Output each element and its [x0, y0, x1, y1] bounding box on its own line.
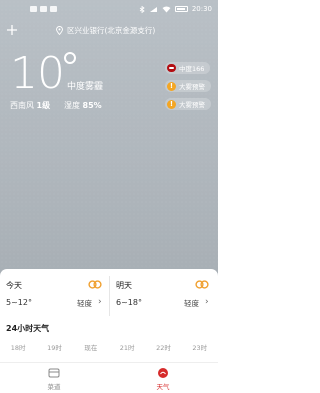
hour-label: 23时: [192, 344, 208, 352]
add-city-button[interactable]: [6, 24, 18, 36]
forecast-day-label: 明天: [116, 281, 132, 290]
grid-icon: [48, 368, 60, 378]
hour-label: 现在: [84, 344, 98, 352]
status-bar: 20:30: [0, 0, 218, 20]
humidity-label: 湿度: [64, 101, 80, 110]
warning-icon: !: [167, 81, 176, 91]
wind-info: 西南风 1级: [10, 100, 50, 111]
warning-label: 大雾预警: [179, 83, 205, 91]
wind-direction: 西南风: [10, 101, 34, 110]
notification-icon: [30, 6, 37, 12]
aqi-badge[interactable]: 中度166: [165, 62, 211, 74]
bluetooth-icon: [139, 5, 145, 13]
forecast-air-quality: 轻度: [77, 299, 92, 308]
status-time: 20:30: [191, 5, 212, 13]
notification-icon: [40, 6, 47, 12]
degree-symbol: [64, 52, 76, 64]
tab-label: 菜道: [47, 383, 61, 391]
chevron-right-icon: ›: [205, 297, 209, 307]
aqi-value: 中度166: [179, 65, 205, 73]
location-selector[interactable]: 区兴业银行(北京金源支行): [56, 25, 155, 36]
notification-icon: [50, 6, 57, 12]
hour-label: 21时: [119, 344, 135, 352]
fog-warning-badge[interactable]: ! 大雾预警: [165, 98, 211, 110]
status-indicators: 20:30: [139, 5, 212, 13]
weather-tab-icon: [158, 368, 168, 378]
tab-caidao[interactable]: 菜道: [34, 367, 74, 391]
warning-icon: !: [167, 99, 176, 109]
forecast-day-label: 今天: [6, 281, 22, 290]
chevron-right-icon: ›: [98, 297, 102, 307]
fog-warning-badge[interactable]: ! 大雾预警: [165, 80, 211, 92]
forecast-divider: [109, 276, 110, 316]
signal-icon: [149, 6, 157, 12]
tab-weather[interactable]: 天气: [143, 367, 183, 391]
sunny-icon: [88, 280, 102, 289]
forecast-temp-range: 5~12°: [6, 298, 32, 307]
forecast-temp-range: 6~18°: [116, 298, 142, 307]
sunny-icon: [195, 280, 209, 289]
plus-icon: [7, 25, 17, 35]
location-name: 区兴业银行(北京金源支行): [67, 26, 156, 35]
humidity-info: 湿度 85%: [64, 100, 102, 111]
weather-condition: 中度雾霾: [67, 82, 104, 92]
wifi-icon: [162, 6, 171, 12]
hour-label: 22时: [156, 344, 171, 352]
hour-label: 19时: [47, 344, 62, 352]
hourly-title: 24小时天气: [6, 324, 50, 333]
weather-screen: 20:30 区兴业银行(北京金源支行) 10 中度雾霾 西南风 1级 湿度 85…: [0, 0, 218, 393]
battery-icon: [174, 6, 188, 12]
hour-label: 18时: [10, 344, 26, 352]
notification-icons: [30, 6, 57, 12]
location-pin-icon: [56, 26, 63, 35]
current-temperature: 10: [10, 48, 65, 99]
wind-level: 1级: [36, 101, 51, 110]
hourly-strip[interactable]: 18时 19时 现在 21时 22时 23时: [0, 342, 218, 352]
tab-label: 天气: [156, 383, 170, 391]
forecast-air-quality: 轻度: [184, 299, 199, 308]
humidity-value: 85%: [82, 101, 102, 110]
warning-label: 大雾预警: [179, 101, 205, 109]
bottom-tab-bar: 菜道 天气: [0, 362, 218, 393]
aqi-leaf-icon: [167, 64, 176, 72]
